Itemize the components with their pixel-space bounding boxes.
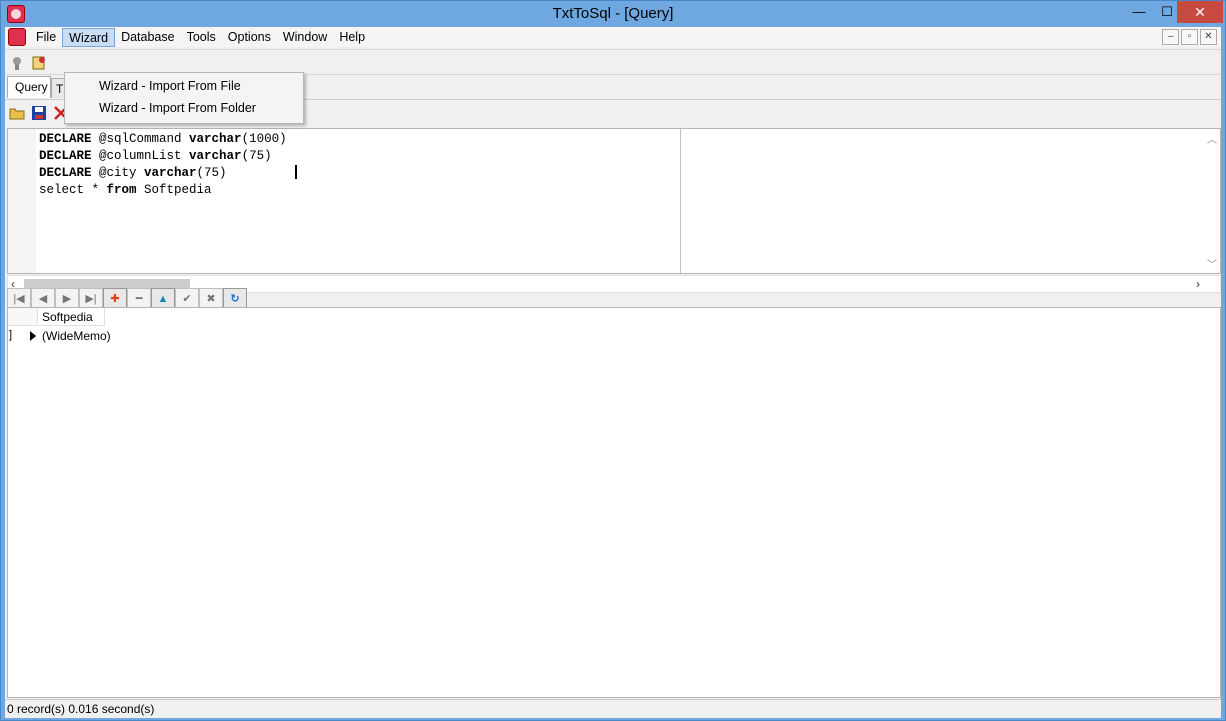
tab-query[interactable]: Query	[7, 76, 51, 98]
disconnect-icon[interactable]	[31, 55, 47, 71]
tab-second[interactable]: T	[51, 78, 65, 98]
results-grid[interactable]: Softpedia ] (WideMemo)	[7, 307, 1221, 698]
menu-window[interactable]: Window	[277, 28, 333, 47]
open-folder-icon[interactable]	[9, 105, 25, 121]
scroll-up-icon[interactable]: ︿	[1207, 131, 1217, 146]
window-title: TxtToSql - [Query]	[552, 5, 674, 22]
code-line: DECLARE @city varchar(75)	[39, 166, 227, 180]
mdi-minimize-button[interactable]: –	[1162, 29, 1179, 45]
scroll-down-icon[interactable]: ﹀	[1207, 256, 1217, 271]
connect-icon[interactable]	[9, 55, 25, 71]
status-bar: 0 record(s) 0.016 second(s)	[5, 699, 1221, 718]
menu-help[interactable]: Help	[333, 28, 371, 47]
editor-gutter	[8, 129, 36, 273]
menu-tools[interactable]: Tools	[181, 28, 222, 47]
menu-options[interactable]: Options	[222, 28, 277, 47]
menu-file[interactable]: File	[30, 28, 62, 47]
right-margin-line	[680, 129, 681, 273]
client-area: File Wizard Database Tools Options Windo…	[5, 27, 1221, 718]
wizard-dropdown-menu: Wizard - Import From File Wizard - Impor…	[64, 72, 304, 124]
mdi-close-button[interactable]: ✕	[1200, 29, 1217, 45]
sql-code[interactable]: DECLARE @sqlCommand varchar(1000) DECLARE…	[39, 131, 287, 199]
current-row-icon	[30, 331, 36, 341]
sql-editor[interactable]: DECLARE @sqlCommand varchar(1000) DECLARE…	[7, 128, 1221, 274]
code-line: select * from Softpedia	[39, 183, 212, 197]
save-icon[interactable]	[31, 105, 47, 121]
row-indicator: ]	[8, 327, 38, 345]
document-icon[interactable]	[8, 28, 26, 46]
menu-item-import-from-folder[interactable]: Wizard - Import From Folder	[99, 101, 256, 115]
menu-bar: File Wizard Database Tools Options Windo…	[5, 27, 1221, 47]
mdi-controls: – ▫ ✕	[1162, 29, 1217, 45]
db-navigator: |◀ ◀ ▶ ▶| ✚ ━ ▲ ✔ ✖ ↻	[7, 280, 1221, 310]
menu-database[interactable]: Database	[115, 28, 181, 47]
mdi-restore-button[interactable]: ▫	[1181, 29, 1198, 45]
menu-wizard[interactable]: Wizard	[62, 27, 116, 47]
grid-cell[interactable]: (WideMemo)	[39, 327, 111, 345]
menu-item-import-from-file[interactable]: Wizard - Import From File	[99, 79, 241, 93]
editor-vertical-scrollbar[interactable]: ︿ ﹀	[1204, 129, 1220, 273]
text-caret	[295, 165, 297, 179]
grid-corner	[8, 308, 38, 326]
code-line: DECLARE @columnList varchar(75)	[39, 149, 272, 163]
grid-column-header[interactable]: Softpedia	[39, 308, 105, 326]
title-bar[interactable]: TxtToSql - [Query] — ☐ ✕	[1, 1, 1225, 27]
app-window: TxtToSql - [Query] — ☐ ✕ File Wizard Dat…	[0, 0, 1226, 721]
close-button[interactable]: ✕	[1177, 1, 1223, 23]
code-line: DECLARE @sqlCommand varchar(1000)	[39, 132, 287, 146]
minimize-button[interactable]: —	[1125, 1, 1153, 23]
